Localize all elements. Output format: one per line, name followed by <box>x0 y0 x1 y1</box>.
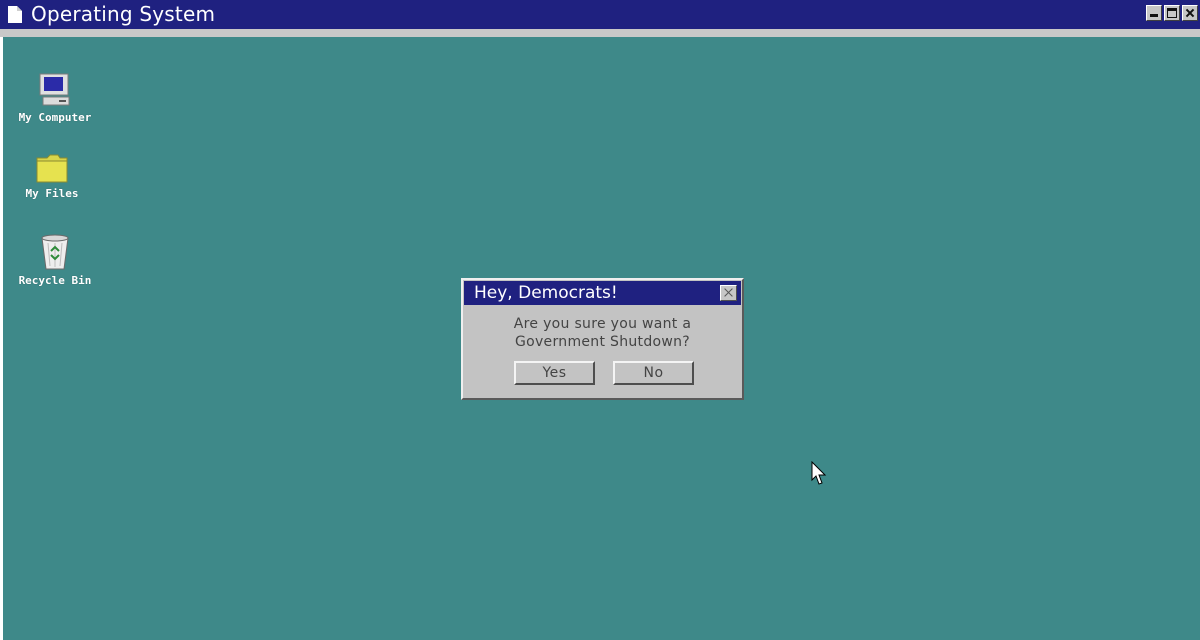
window-titlebar[interactable]: Operating System <box>0 0 1200 29</box>
dialog-message-line: Are you sure you want a <box>513 316 692 332</box>
dialog-message: Are you sure you want a Government Shutd… <box>463 315 742 351</box>
dialog-title: Hey, Democrats! <box>474 283 618 303</box>
recycle-bin-icon <box>41 234 69 270</box>
desktop-icon-my-files[interactable]: My Files <box>2 152 102 200</box>
dialog-close-button[interactable] <box>720 285 737 301</box>
document-icon <box>8 6 22 23</box>
window-title: Operating System <box>31 2 216 26</box>
desktop-icon-recycle-bin[interactable]: Recycle Bin <box>5 233 105 287</box>
confirm-dialog: Hey, Democrats! Are you sure you want a … <box>461 278 744 400</box>
computer-icon <box>39 73 70 106</box>
window-controls <box>1146 5 1198 21</box>
desktop-icon-my-computer[interactable]: My Computer <box>5 72 105 124</box>
desktop-icon-label: My Computer <box>18 111 92 124</box>
no-button[interactable]: No <box>613 361 694 385</box>
desktop-icon-label: My Files <box>25 187 79 200</box>
desktop-icon-label: Recycle Bin <box>18 274 92 287</box>
yes-button[interactable]: Yes <box>514 361 595 385</box>
folder-icon <box>36 154 68 183</box>
window-frame-top <box>0 29 1200 37</box>
minimize-button[interactable] <box>1146 5 1162 21</box>
close-window-button[interactable] <box>1182 5 1198 21</box>
mouse-pointer-icon <box>811 460 827 491</box>
dialog-message-line: Government Shutdown? <box>514 334 691 350</box>
dialog-titlebar[interactable]: Hey, Democrats! <box>464 281 741 305</box>
maximize-button[interactable] <box>1164 5 1180 21</box>
